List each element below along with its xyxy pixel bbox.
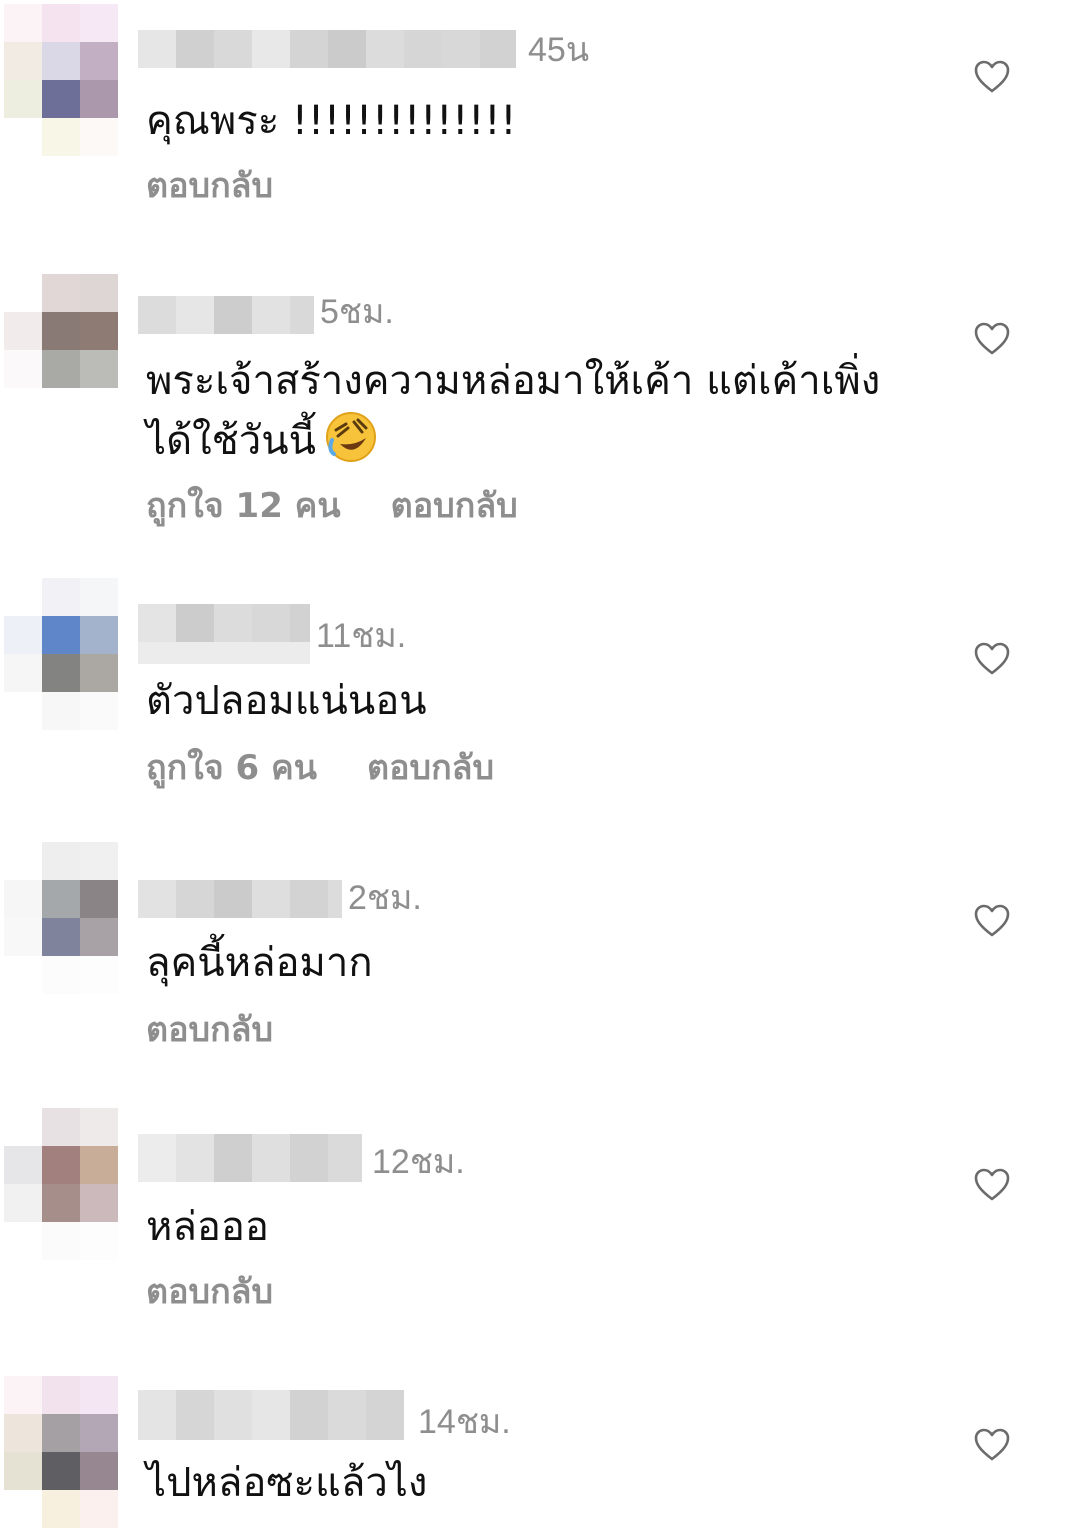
- username-blurred[interactable]: [138, 296, 314, 334]
- comment-time: 12ชม.: [372, 1143, 465, 1181]
- comment-text: พระเจ้าสร้างความหล่อมาให้เค้า แต่เค้าเพิ…: [146, 352, 946, 470]
- comment-time: 2ชม.: [348, 879, 422, 917]
- comment-text-line: พระเจ้าสร้างความหล่อมาให้เค้า แต่เค้าเพิ…: [146, 358, 881, 404]
- rolling-on-floor-laughing-emoji: [325, 412, 376, 462]
- avatar[interactable]: [4, 1108, 124, 1260]
- comment-text-line: ได้ใช้วันนี้: [146, 410, 946, 470]
- comment-time: 45น: [528, 31, 590, 69]
- heart-icon[interactable]: [974, 322, 1010, 356]
- username-blurred[interactable]: [138, 604, 310, 664]
- heart-icon[interactable]: [974, 904, 1010, 938]
- comment-time: 14ชม.: [418, 1403, 511, 1441]
- comment-text: ลุคนี้หล่อมาก: [146, 940, 373, 986]
- heart-icon[interactable]: [974, 60, 1010, 94]
- comment-text: หล่อออ: [146, 1204, 269, 1250]
- like-count[interactable]: ถูกใจ 6 คน: [146, 746, 317, 790]
- reply-button[interactable]: ตอบกลับ: [146, 1270, 273, 1314]
- avatar[interactable]: [4, 842, 124, 994]
- username-blurred[interactable]: [138, 1390, 404, 1440]
- comment-text-segment: ได้ใช้วันนี้: [146, 418, 316, 464]
- heart-icon[interactable]: [974, 1428, 1010, 1462]
- comment-time: 5ชม.: [320, 293, 394, 331]
- reply-button[interactable]: ตอบกลับ: [391, 484, 518, 528]
- comment-text: ตัวปลอมแน่นอน: [146, 678, 427, 724]
- avatar[interactable]: [4, 578, 124, 730]
- username-blurred[interactable]: [138, 880, 342, 918]
- username-blurred[interactable]: [138, 30, 516, 68]
- like-count[interactable]: ถูกใจ 12 คน: [146, 484, 341, 528]
- comment-time: 11ชม.: [316, 617, 407, 655]
- avatar[interactable]: [4, 4, 124, 156]
- heart-icon[interactable]: [974, 642, 1010, 676]
- reply-button[interactable]: ตอบกลับ: [146, 164, 273, 208]
- reply-button[interactable]: ตอบกลับ: [367, 746, 494, 790]
- comment-text: ไปหล่อซะแล้วไง: [146, 1460, 428, 1506]
- reply-button[interactable]: ตอบกลับ: [146, 1008, 273, 1052]
- avatar[interactable]: [4, 1376, 124, 1528]
- comment-text: คุณพระ !!!!!!!!!!!!!!: [146, 98, 517, 144]
- avatar[interactable]: [4, 274, 124, 426]
- username-blurred[interactable]: [138, 1134, 362, 1182]
- heart-icon[interactable]: [974, 1168, 1010, 1202]
